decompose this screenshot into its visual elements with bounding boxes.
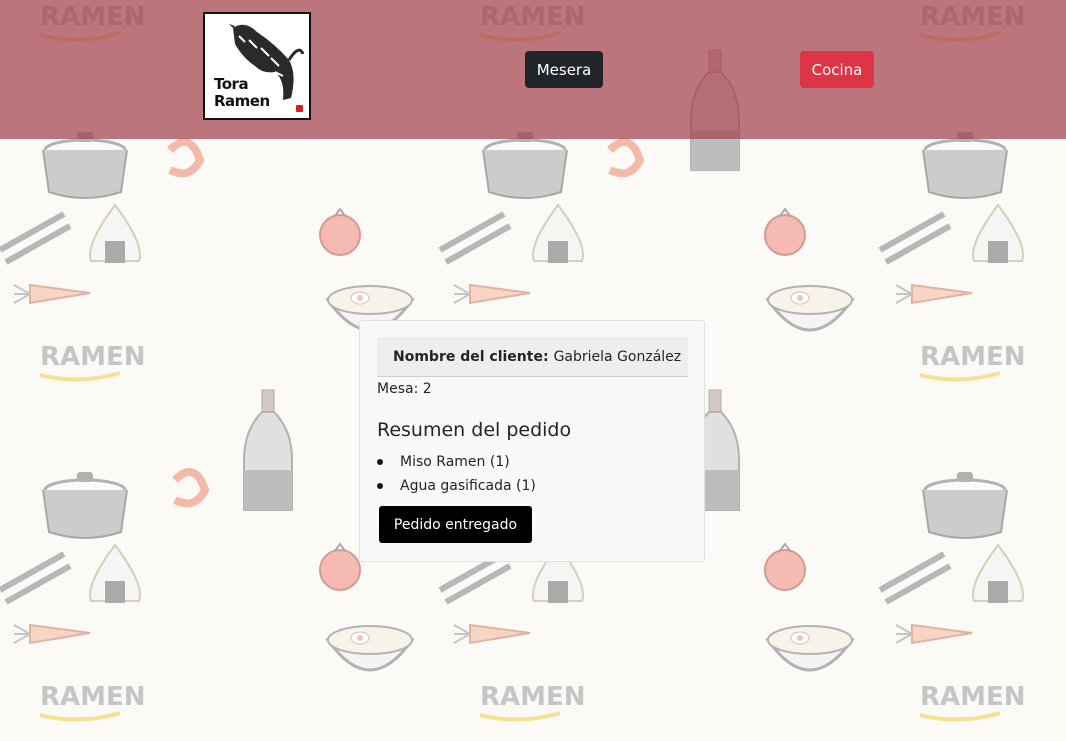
logo-line-2: Ramen [214, 92, 270, 110]
table-number: Mesa: 2 [377, 381, 432, 397]
order-item: Miso Ramen (1) [377, 452, 536, 476]
order-delivered-button[interactable]: Pedido entregado [379, 506, 532, 543]
logo-line-1: Tora [214, 75, 249, 93]
top-navbar: Tora Ramen Mesera Cocina [0, 0, 1066, 139]
customer-name-value: Gabriela González [553, 348, 682, 365]
red-seal-stamp [296, 105, 303, 112]
waiter-view-button[interactable]: Mesera [525, 51, 603, 88]
order-items-list: Miso Ramen (1) Agua gasificada (1) [377, 452, 536, 500]
customer-name-label: Nombre del cliente: [393, 348, 549, 365]
order-card-header: Nombre del cliente: Gabriela González [377, 337, 688, 377]
logo-wordmark: Tora Ramen [214, 76, 270, 110]
order-item: Agua gasificada (1) [377, 476, 536, 500]
order-summary-title: Resumen del pedido [377, 419, 572, 441]
kitchen-view-button[interactable]: Cocina [800, 51, 874, 88]
tora-ramen-logo[interactable]: Tora Ramen [203, 12, 311, 120]
order-card: Nombre del cliente: Gabriela González Me… [359, 320, 705, 562]
